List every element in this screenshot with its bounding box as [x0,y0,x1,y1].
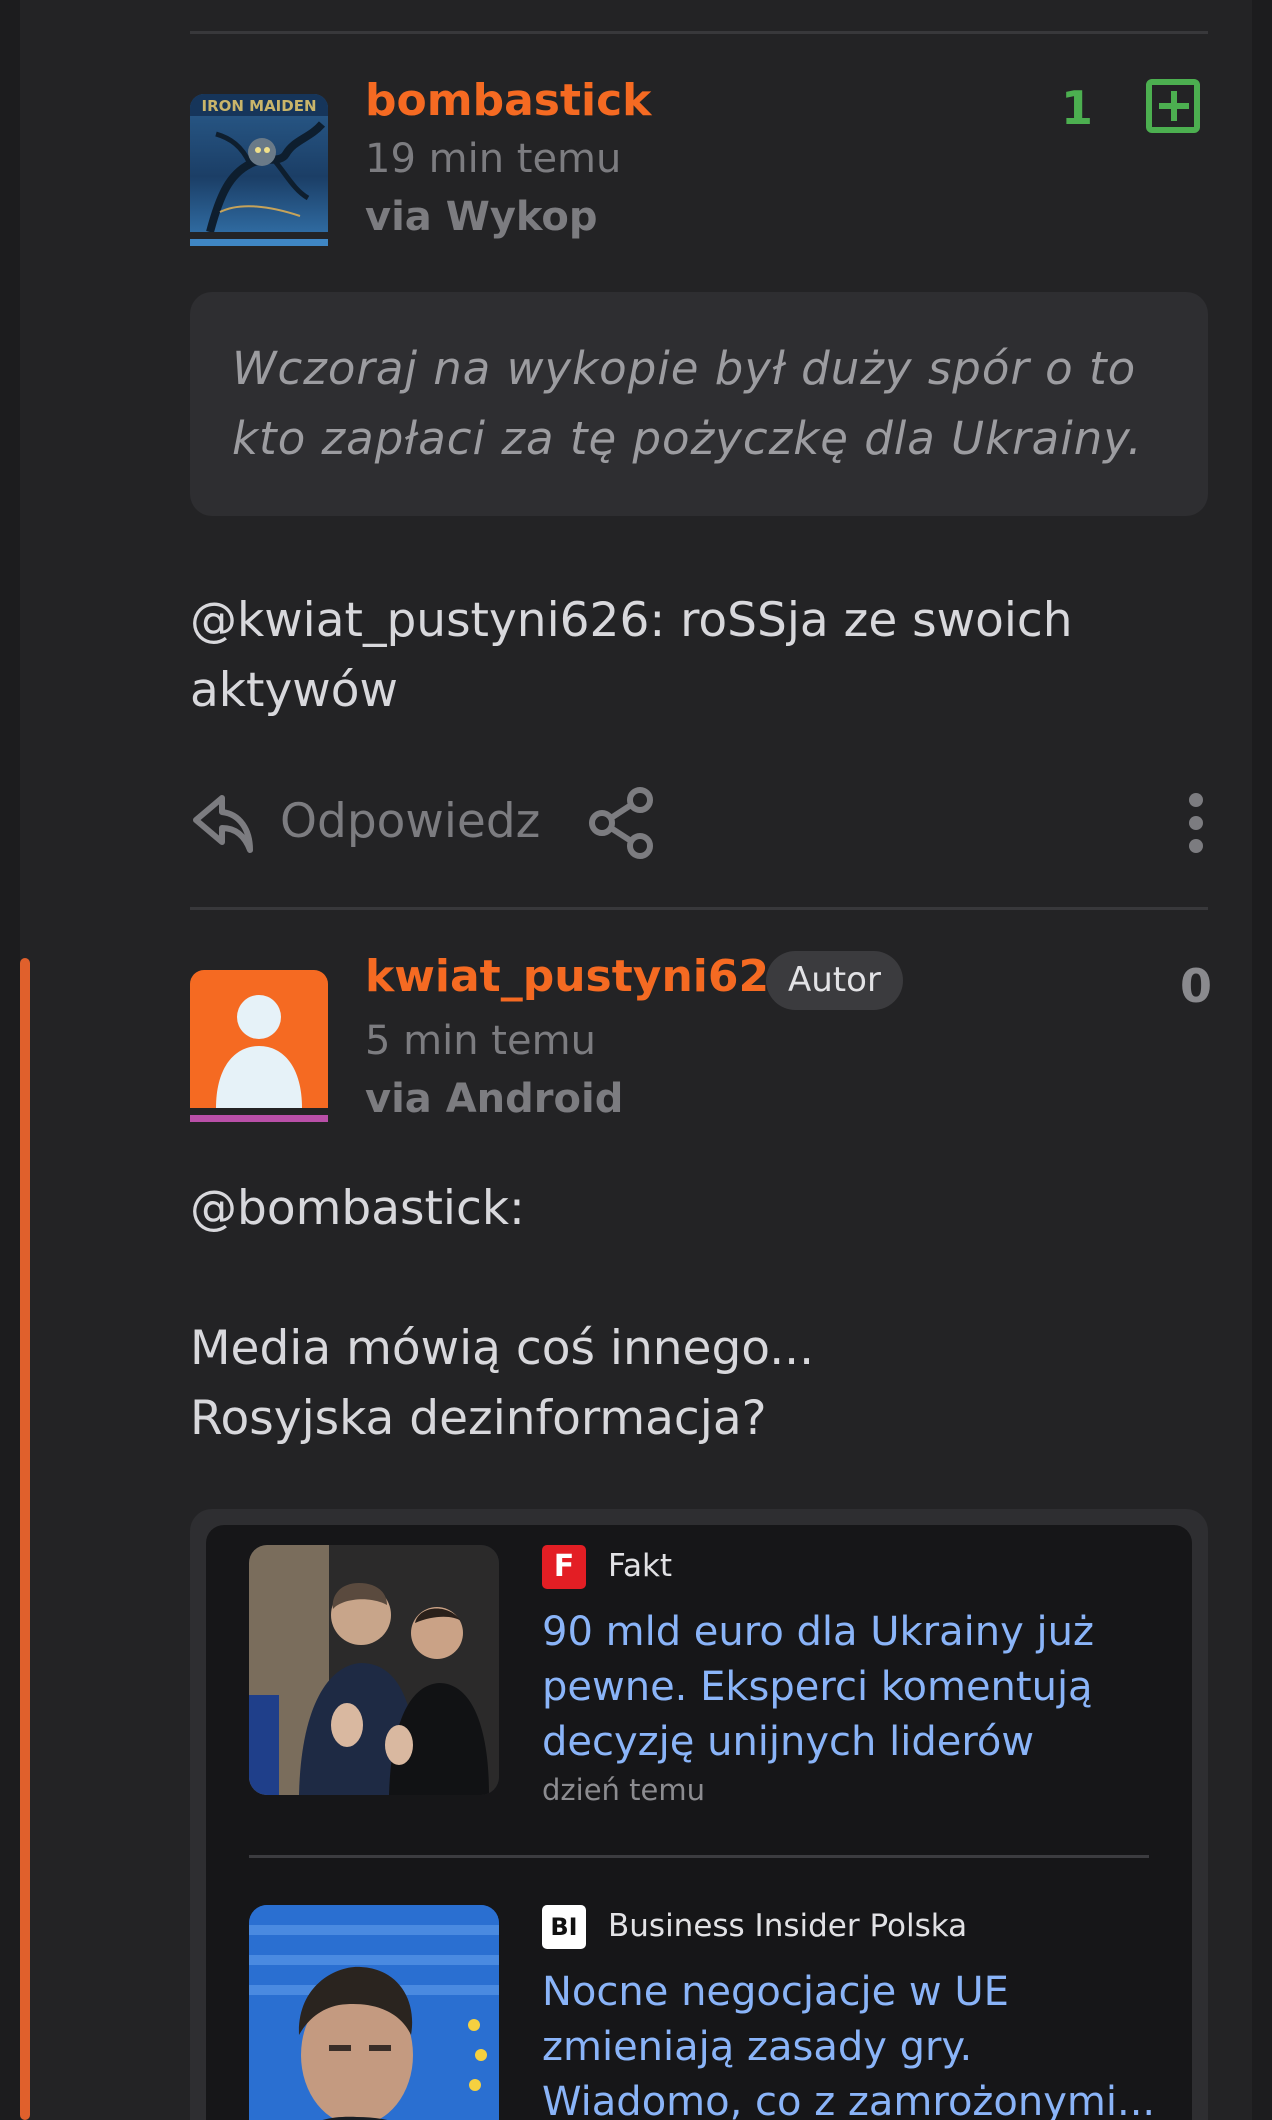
news-photo [249,1545,499,1795]
svg-text:IRON MAIDEN: IRON MAIDEN [201,97,316,115]
avatar[interactable] [190,970,328,1108]
fakt-logo: F [542,1545,586,1589]
news-time: dzień temu [542,1773,705,1807]
avatar[interactable]: IRON MAIDEN [190,94,328,232]
news-source: Business Insider Polska [608,1908,968,1944]
news-photo [249,1905,499,2120]
share-icon[interactable] [586,786,660,860]
avatar-underline [190,1115,328,1122]
album-cover-image: IRON MAIDEN [190,94,328,232]
comment-username[interactable]: bombastick [365,75,651,126]
more-options-icon[interactable] [1184,792,1208,854]
reply-button[interactable]: Odpowiedz [280,794,540,849]
reply-icon[interactable] [190,790,256,856]
avatar-underline [190,239,328,246]
comment-username[interactable]: kwiat_pustyni626 [365,951,800,1002]
user-mention[interactable]: @bombastick: [190,1174,814,1244]
divider [190,31,1208,34]
news-thumbnail [249,1545,499,1795]
news-source: Fakt [608,1548,673,1584]
news-title-link[interactable]: 90 mld euro dla Ukrainy już pewne. Ekspe… [542,1605,1142,1770]
vote-count: 0 [1180,959,1213,1013]
divider [190,907,1208,910]
news-thumbnail [249,1905,499,2120]
news-title-link[interactable]: Nocne negocjacje w UE zmieniają zasady g… [542,1965,1182,2120]
news-screenshot: F Fakt 90 mld euro dla Ukrainy już pewne… [206,1525,1192,2120]
user-mention[interactable]: @kwiat_pustyni626 [190,593,649,648]
comment-actions: Odpowiedz [190,786,1208,860]
author-badge: Autor [766,951,903,1010]
comment-body: @bombastick: Media mówią coś innego... R… [190,1174,814,1454]
news-divider [249,1855,1149,1858]
embedded-image[interactable]: F Fakt 90 mld euro dla Ukrainy już pewne… [190,1509,1208,2120]
default-user-icon [216,995,302,1108]
plus-vote-icon[interactable] [1146,79,1200,133]
comment-source: via Wykop [365,194,598,240]
vote-count: 1 [1061,81,1094,135]
quoted-text: Wczoraj na wykopie był duży spór o to kt… [190,292,1208,516]
page: IRON MAIDEN bombastick 19 min temu via W… [0,0,1272,2120]
thread-indicator [20,958,30,2120]
comment-time: 5 min temu [365,1018,596,1064]
comment-text-line: Media mówią coś innego... [190,1321,815,1376]
comment-body: @kwiat_pustyni626: roSSja ze swoich akty… [190,586,1150,726]
business-insider-logo: BI [542,1905,586,1949]
comment-time: 19 min temu [365,136,622,182]
comment-source: via Android [365,1076,624,1122]
comment-text-line: Rosyjska dezinformacja? [190,1391,767,1446]
